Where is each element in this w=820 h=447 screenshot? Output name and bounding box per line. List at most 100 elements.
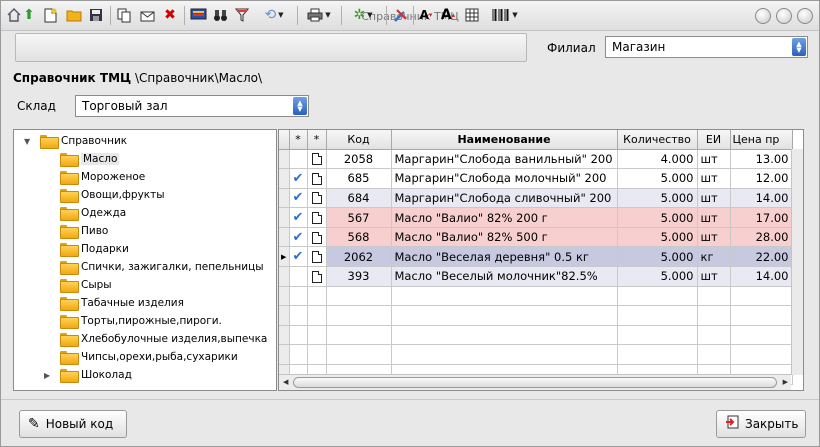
tree-item[interactable]: Подарки — [60, 241, 129, 257]
items-grid[interactable]: * * Код Наименование Количество ЕИ Цена … — [278, 129, 804, 391]
cell-name[interactable]: Маргарин"Слобода ванильный" 200 — [391, 149, 618, 170]
column-header-price[interactable]: Цена пр — [730, 130, 793, 150]
expand-icon[interactable]: ▶ — [44, 371, 50, 380]
column-header-type[interactable]: * — [307, 130, 327, 150]
row-check-cell[interactable]: ✔ — [289, 188, 308, 209]
monitor-icon[interactable] — [188, 5, 208, 25]
table-row[interactable]: ✔ 568 Масло "Валио" 82% 500 г 5.000 шт 28.00 — [279, 227, 793, 248]
cell-unit[interactable]: шт — [697, 149, 731, 170]
cell-quantity[interactable]: 5.000 — [617, 266, 698, 287]
column-header-unit[interactable]: ЕИ — [697, 130, 731, 150]
cell-price[interactable]: 13.00 — [730, 149, 793, 170]
envelope-icon[interactable] — [138, 5, 156, 25]
scroll-thumb[interactable] — [293, 377, 777, 388]
cell-name[interactable]: Масло "Валио" 82% 500 г — [391, 227, 618, 248]
new-code-button[interactable]: ✎ Новый код — [19, 410, 127, 438]
tree-item[interactable]: Сыры — [60, 277, 112, 293]
tree-item[interactable]: Чипсы,орехи,рыба,сухарики — [60, 349, 238, 365]
chevron-updown-icon[interactable]: ▲ ▼ — [293, 97, 307, 115]
refresh-icon[interactable]: ⟲ ▼ — [257, 5, 291, 25]
cell-price[interactable]: 17.00 — [730, 207, 793, 228]
tree-item[interactable]: Масло — [60, 151, 120, 167]
cell-name[interactable]: Масло "Веселая деревня" 0.5 кг — [391, 246, 618, 268]
cell-price[interactable]: 28.00 — [730, 227, 793, 248]
column-header-name[interactable]: Наименование — [391, 130, 618, 150]
cell-price[interactable]: 12.00 — [730, 168, 793, 189]
filter-icon[interactable] — [233, 5, 251, 25]
cell-price[interactable]: 14.00 — [730, 266, 793, 287]
cell-price[interactable]: 22.00 — [730, 246, 793, 268]
row-check-cell[interactable] — [289, 149, 308, 170]
cell-quantity[interactable]: 4.000 — [617, 149, 698, 170]
table-row[interactable]: ▶ ✔ 2062 Масло "Веселая деревня" 0.5 кг 5.00… — [279, 246, 793, 268]
column-header-check[interactable]: * — [289, 130, 308, 150]
cell-code[interactable]: 567 — [326, 207, 392, 228]
table-row[interactable]: ✔ 567 Масло "Валио" 82% 200 г 5.000 шт 17.00 — [279, 207, 793, 228]
table-row[interactable]: 393 Масло "Веселый молочник"82.5% 5.000 шт 1… — [279, 266, 793, 287]
cell-code[interactable]: 568 — [326, 227, 392, 248]
cell-name[interactable]: Маргарин"Слобода сливочный" 200 — [391, 188, 618, 209]
tree-item[interactable]: Шоколад — [60, 367, 132, 383]
cell-unit[interactable]: шт — [697, 168, 731, 189]
save-disk-icon[interactable] — [87, 5, 105, 25]
cell-quantity[interactable]: 5.000 — [617, 168, 698, 189]
scroll-right-icon[interactable]: ▶ — [783, 378, 788, 386]
font-decrease-icon[interactable]: A ▾ — [417, 5, 435, 25]
category-tree[interactable]: ▼ Справочник Масло Мороженое Овощи,фрукты О… — [13, 129, 277, 391]
cell-unit[interactable]: шт — [697, 266, 731, 287]
cell-code[interactable]: 2062 — [326, 246, 392, 268]
cell-unit[interactable]: шт — [697, 227, 731, 248]
row-check-cell[interactable]: ✔ — [289, 207, 308, 228]
cell-code[interactable]: 393 — [326, 266, 392, 287]
branch-select[interactable]: Магазин ▲ ▼ — [605, 36, 808, 58]
copy-icon[interactable] — [115, 5, 133, 25]
cell-name[interactable]: Маргарин"Слобода молочный" 200 — [391, 168, 618, 189]
settings-icon[interactable]: ✲ ▼ — [345, 5, 381, 25]
row-check-cell[interactable]: ✔ — [289, 168, 308, 189]
table-row[interactable]: ✔ 685 Маргарин"Слобода молочный" 200 5.000 ш… — [279, 168, 793, 189]
row-check-cell[interactable]: ✔ — [289, 246, 308, 268]
vertical-scrollbar[interactable] — [791, 149, 803, 375]
cell-code[interactable]: 685 — [326, 168, 392, 189]
cell-unit[interactable]: шт — [697, 207, 731, 228]
chevron-updown-icon[interactable]: ▲ ▼ — [792, 38, 806, 56]
cell-price[interactable]: 14.00 — [730, 188, 793, 209]
maximize-button[interactable] — [776, 8, 792, 24]
arrow-up-icon[interactable]: ⬆ — [20, 5, 38, 25]
column-header-code[interactable]: Код — [326, 130, 392, 150]
row-check-cell[interactable] — [289, 266, 308, 287]
cell-quantity[interactable]: 5.000 — [617, 188, 698, 209]
new-document-icon[interactable] — [41, 5, 59, 25]
warehouse-select[interactable]: Торговый зал ▲ ▼ — [75, 95, 309, 117]
tree-item[interactable]: Овощи,фрукты — [60, 187, 165, 203]
grid-view-icon[interactable] — [463, 5, 481, 25]
tree-item[interactable]: Пиво — [60, 223, 108, 239]
open-folder-icon[interactable] — [64, 5, 84, 25]
cell-quantity[interactable]: 5.000 — [617, 227, 698, 248]
binoculars-icon[interactable] — [211, 5, 229, 25]
printer-icon[interactable]: ▼ — [302, 5, 336, 25]
scroll-left-icon[interactable]: ◀ — [283, 378, 288, 386]
close-window-button[interactable] — [797, 8, 813, 24]
cell-code[interactable]: 2058 — [326, 149, 392, 170]
tree-item[interactable]: Хлебобулочные изделия,выпечка — [60, 331, 267, 347]
font-increase-icon[interactable]: A ▴ — [439, 5, 457, 25]
tree-item[interactable]: Торты,пирожные,пироги. — [60, 313, 222, 329]
barcode-icon[interactable]: ▼ — [487, 5, 523, 25]
tree-item[interactable]: Табачные изделия — [60, 295, 184, 311]
table-row[interactable]: 2058 Маргарин"Слобода ванильный" 200 4.000… — [279, 149, 793, 170]
cell-unit[interactable]: шт — [697, 188, 731, 209]
cell-unit[interactable]: кг — [697, 246, 731, 268]
tree-root[interactable]: Справочник — [40, 133, 127, 149]
tree-item[interactable]: Одежда — [60, 205, 126, 221]
cell-quantity[interactable]: 5.000 — [617, 207, 698, 228]
tree-item[interactable]: Спички, зажигалки, пепельницы — [60, 259, 264, 275]
close-button[interactable]: Закрыть — [716, 410, 806, 438]
tools-icon[interactable] — [391, 5, 409, 25]
tree-item[interactable]: Мороженое — [60, 169, 145, 185]
cell-code[interactable]: 684 — [326, 188, 392, 209]
minimize-button[interactable] — [755, 8, 771, 24]
collapse-icon[interactable]: ▼ — [24, 137, 30, 146]
column-header-quantity[interactable]: Количество — [617, 130, 698, 150]
cell-quantity[interactable]: 5.000 — [617, 246, 698, 268]
